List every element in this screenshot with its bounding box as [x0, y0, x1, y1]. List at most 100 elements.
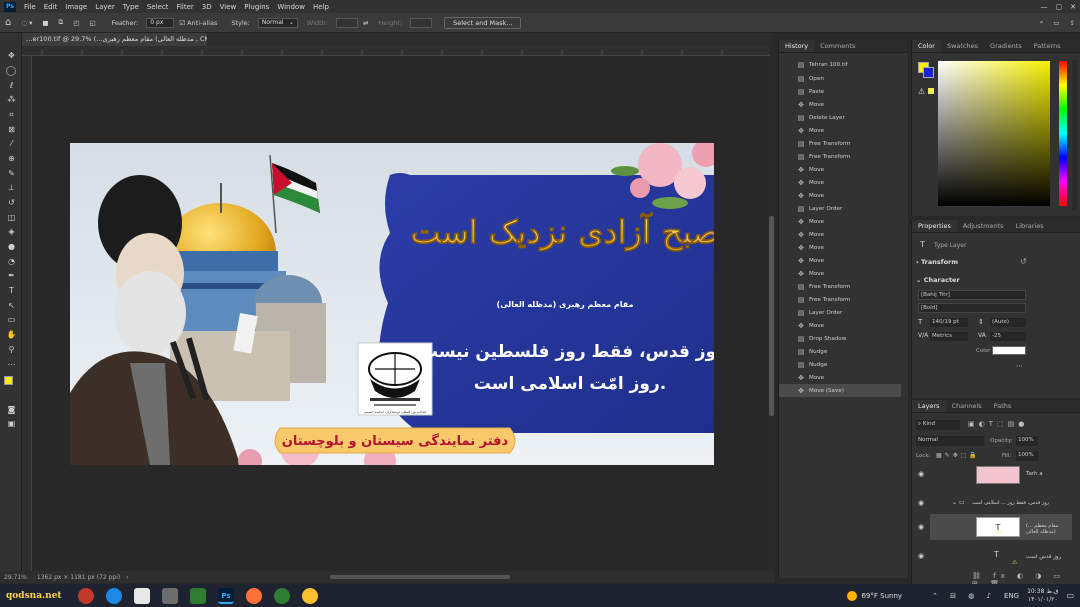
more-options-icon[interactable]: ⋯: [1016, 362, 1023, 370]
pen-tool-icon[interactable]: ✒: [6, 271, 17, 281]
subtract-selection-icon[interactable]: ◰: [70, 17, 82, 29]
weather-sun-icon[interactable]: [847, 590, 858, 601]
menu-help[interactable]: Help: [309, 3, 333, 11]
history-state[interactable]: ✥ Move: [779, 228, 901, 241]
history-state[interactable]: ▤ Free Transform: [779, 293, 901, 306]
marquee-tool-preset-icon[interactable]: ◌ ▾: [18, 17, 35, 29]
history-state[interactable]: ✥ Move: [779, 176, 901, 189]
weather-text[interactable]: 69°F Sunny: [861, 592, 902, 600]
tray-icons[interactable]: ⌃ ⊟ ◍ ♪: [932, 592, 996, 600]
edge-icon[interactable]: [106, 587, 122, 604]
history-state[interactable]: ✥ Move: [779, 371, 901, 384]
stamp-tool-icon[interactable]: ⊥: [6, 183, 17, 193]
photoshop-taskbar-icon[interactable]: Ps: [218, 587, 234, 604]
tab-comments[interactable]: Comments: [814, 40, 861, 52]
share-icon[interactable]: ⇪: [1067, 17, 1078, 29]
history-state[interactable]: ✥ Move: [779, 319, 901, 332]
feather-input[interactable]: 0 px: [146, 17, 175, 28]
history-snapshot[interactable]: ▤ Tehran 100.tif: [779, 58, 901, 71]
layer-filter-icons[interactable]: ▣◐T⬚▤●: [968, 420, 1028, 428]
document-tab[interactable]: …er100.tif @ 29.7% (…مقام معظم رهبری (مد…: [22, 33, 207, 46]
menu-layer[interactable]: Layer: [91, 3, 119, 11]
fill-input[interactable]: 100%: [1016, 451, 1038, 461]
scroll-thumb[interactable]: [769, 216, 774, 416]
minimize-icon[interactable]: —: [1037, 3, 1052, 11]
calculator-icon[interactable]: [162, 587, 178, 604]
history-state[interactable]: ▤ Open: [779, 72, 901, 85]
crop-tool-icon[interactable]: ⌗: [6, 110, 17, 120]
magic-wand-tool-icon[interactable]: ⁂: [6, 95, 17, 105]
history-state[interactable]: ▤ Free Transform: [779, 150, 901, 163]
visibility-eye-icon[interactable]: ◉: [918, 552, 924, 560]
tab-color[interactable]: Color: [912, 40, 941, 52]
history-state[interactable]: ▤ Layer Order: [779, 306, 901, 319]
path-selection-icon[interactable]: ↖: [6, 301, 17, 311]
history-state[interactable]: ▤ Nudge: [779, 358, 901, 371]
document-canvas[interactable]: صبح آزادی نزدیک است مقام معظم رهبری (مدظ…: [70, 143, 714, 465]
search-icon[interactable]: ⌕: [1037, 17, 1047, 29]
opera-icon[interactable]: [78, 587, 94, 604]
history-state[interactable]: ▤ Delete Layer: [779, 111, 901, 124]
history-state[interactable]: ✥ Move: [779, 163, 901, 176]
character-section[interactable]: ⌄ Character: [916, 276, 960, 284]
more-tools-icon[interactable]: ⋯: [6, 360, 17, 370]
font-style-select[interactable]: [Bold]: [918, 303, 1026, 313]
history-state[interactable]: ✥ Move: [779, 189, 901, 202]
history-state[interactable]: ✥ Move: [779, 267, 901, 280]
gamut-swatch[interactable]: [928, 88, 934, 94]
clock[interactable]: 10:38 ق.ظ ۱۴۰۱/۰۱/۲۰: [1027, 588, 1058, 604]
leading-input[interactable]: (Auto): [990, 318, 1026, 327]
eraser-tool-icon[interactable]: ◫: [6, 213, 17, 223]
foreground-color-swatch[interactable]: [4, 376, 13, 385]
menu-plugins[interactable]: Plugins: [240, 3, 273, 11]
file-explorer-icon[interactable]: [134, 587, 150, 604]
firefox-icon[interactable]: [246, 587, 262, 604]
history-state[interactable]: ▤ Layer Order: [779, 202, 901, 215]
history-state[interactable]: ▤ Free Transform: [779, 137, 901, 150]
app-icon[interactable]: [190, 587, 206, 604]
blend-mode-select[interactable]: Normal: [916, 436, 984, 446]
tab-libraries[interactable]: Libraries: [1010, 220, 1050, 232]
photoshop-logo-icon[interactable]: Ps: [4, 1, 16, 12]
hand-tool-icon[interactable]: ✋: [6, 330, 17, 340]
zoom-level[interactable]: 29.71%: [4, 574, 27, 581]
history-state[interactable]: ✥ Move: [779, 241, 901, 254]
elliptical-marquee-tool-icon[interactable]: [6, 66, 16, 76]
dodge-tool-icon[interactable]: ◔: [6, 257, 17, 267]
history-state[interactable]: ✥ Move: [779, 215, 901, 228]
history-state[interactable]: ▤ Nudge: [779, 345, 901, 358]
menu-window[interactable]: Window: [273, 3, 309, 11]
menu-3d[interactable]: 3D: [198, 3, 216, 11]
frame-tool-icon[interactable]: ⊠: [6, 125, 17, 135]
menu-file[interactable]: File: [20, 3, 40, 11]
menu-select[interactable]: Select: [143, 3, 173, 11]
visibility-eye-icon[interactable]: ◉: [918, 499, 924, 507]
width-input[interactable]: [335, 17, 358, 28]
workspace-icon[interactable]: ▭: [1050, 17, 1062, 29]
intersect-selection-icon[interactable]: ◱: [86, 17, 98, 29]
lock-icons[interactable]: ▦✎✥⬚🔒: [936, 452, 980, 459]
height-input[interactable]: [410, 17, 433, 28]
maximize-icon[interactable]: ▢: [1052, 3, 1067, 11]
tab-patterns[interactable]: Patterns: [1028, 40, 1067, 52]
layer-row-selected[interactable]: ◉ T ⚠ (مقام معظم ... مدظله العالی): [918, 514, 1072, 540]
layer-group-row[interactable]: ◉ ⌄ ▭ روز قدس، فقط روز ... اسلامی است: [912, 496, 1072, 510]
rectangle-tool-icon[interactable]: ▭: [6, 315, 17, 325]
horizontal-scroll-thumb[interactable]: [330, 575, 510, 579]
menu-edit[interactable]: Edit: [40, 3, 62, 11]
tab-properties[interactable]: Properties: [912, 220, 957, 232]
tab-adjustments[interactable]: Adjustments: [957, 220, 1010, 232]
font-size-input[interactable]: 140/19 pt: [930, 318, 968, 327]
new-selection-icon[interactable]: ■: [39, 17, 51, 29]
history-state[interactable]: ✥ Move: [779, 98, 901, 111]
brush-tool-icon[interactable]: ✎: [6, 169, 17, 179]
font-family-select[interactable]: [Bahij Titr]: [918, 290, 1026, 300]
language-indicator[interactable]: ENG: [1004, 592, 1019, 600]
visibility-eye-icon[interactable]: ◉: [918, 523, 924, 531]
transform-section[interactable]: › Transform: [916, 258, 958, 266]
style-select[interactable]: Normal ⌄: [257, 17, 298, 28]
vertical-scrollbar[interactable]: [768, 56, 775, 571]
menu-view[interactable]: View: [216, 3, 241, 11]
close-icon[interactable]: ✕: [1066, 3, 1080, 11]
blur-tool-icon[interactable]: ●: [6, 242, 17, 252]
